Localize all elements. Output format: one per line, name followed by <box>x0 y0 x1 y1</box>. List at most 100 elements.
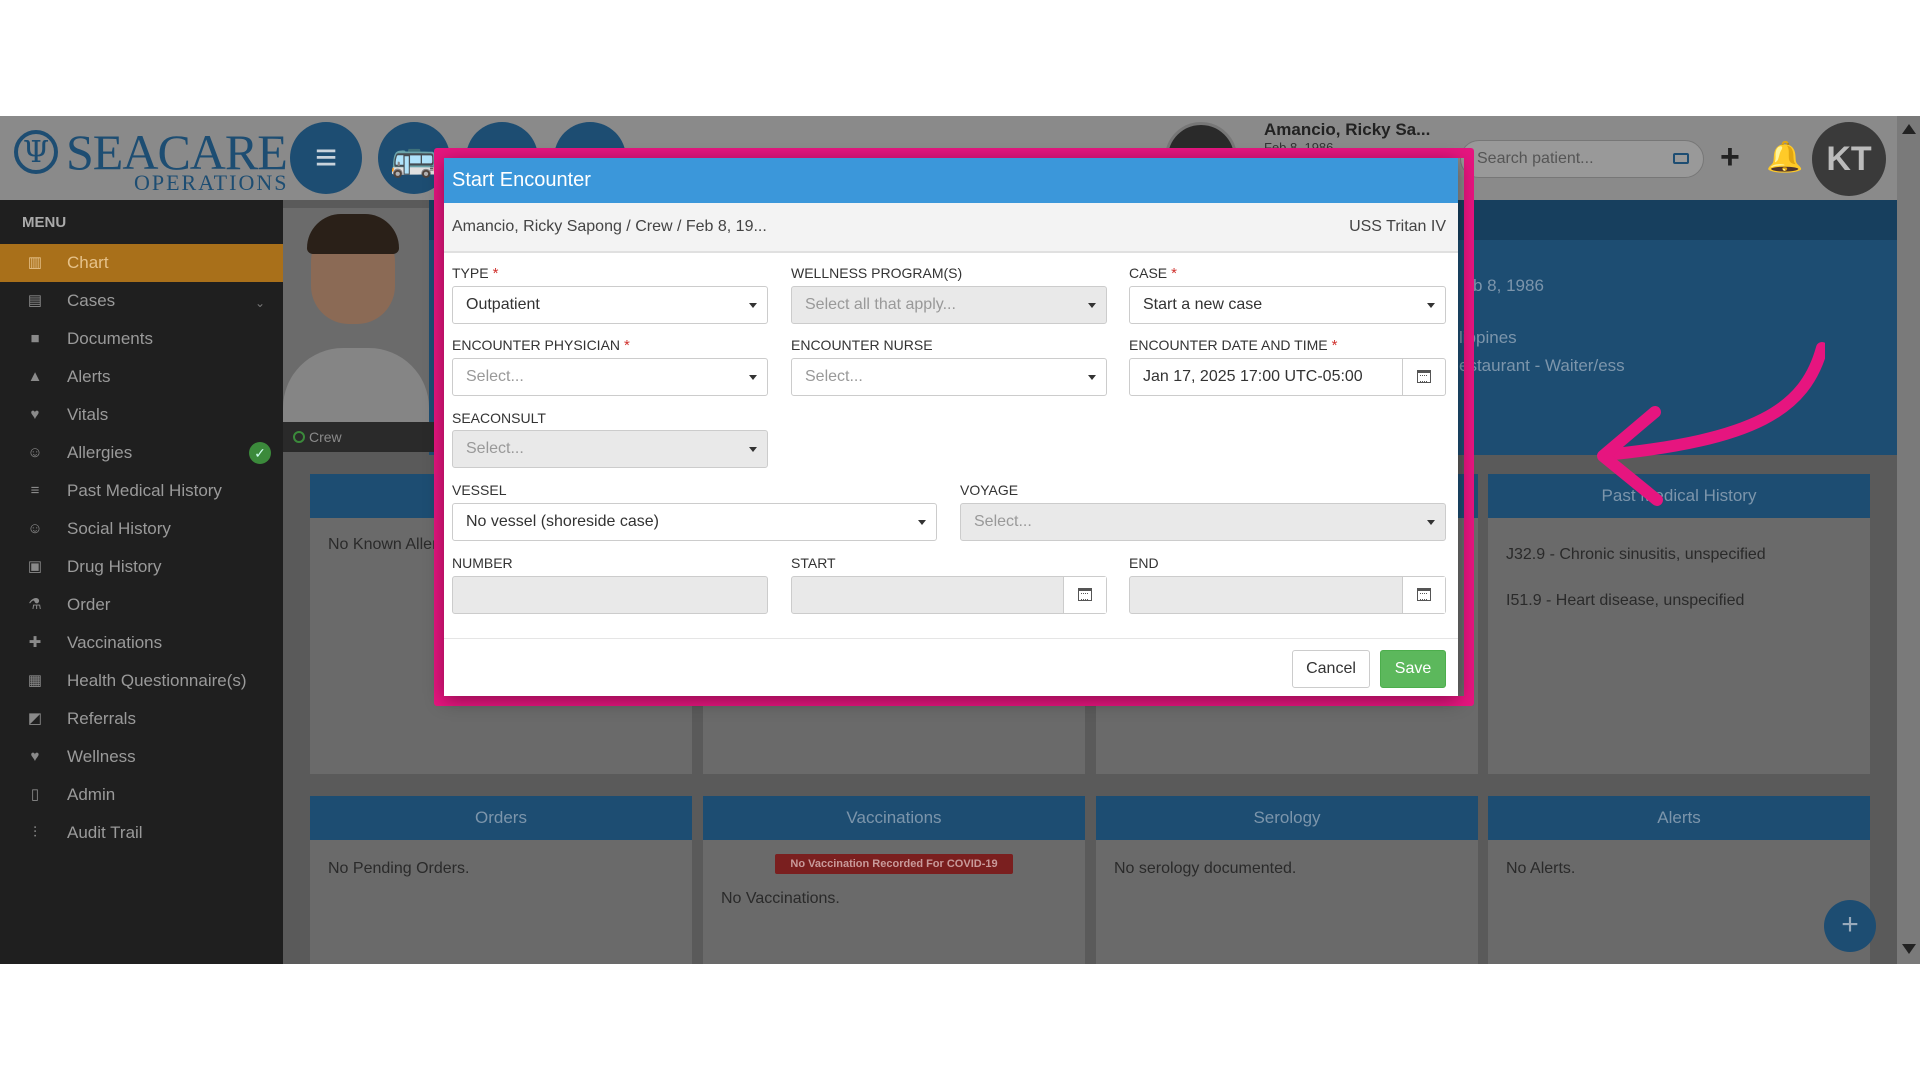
card-icon[interactable] <box>1673 153 1689 164</box>
wellness-program-select[interactable]: Select all that apply... <box>791 286 1107 324</box>
pmh-item: J32.9 - Chronic sinusitis, unspecified <box>1506 546 1766 563</box>
status-dot-icon <box>293 431 305 443</box>
hamburger-menu-button[interactable]: ≡ <box>290 122 362 194</box>
calendar-icon <box>1078 588 1092 601</box>
anchor-icon: Ψ <box>14 130 58 174</box>
photo-hair <box>307 214 399 254</box>
modal-title: Start Encounter <box>452 169 591 191</box>
warning-icon: ▲ <box>27 368 43 385</box>
sidebar-item-admin[interactable]: ▯ Admin <box>0 776 283 814</box>
nurse-select[interactable]: Select... <box>791 358 1107 396</box>
menu-title: MENU <box>22 214 67 231</box>
end-date-input[interactable] <box>1129 576 1446 614</box>
cancel-button[interactable]: Cancel <box>1292 650 1370 688</box>
patient-search-input[interactable]: Search patient... <box>1460 140 1704 178</box>
sidebar-item-health-questionnaire[interactable]: ▦ Health Questionnaire(s) <box>0 662 283 700</box>
heart-icon: ♥ <box>30 406 40 423</box>
sidebar-item-social-history[interactable]: ☺ Social History <box>0 510 283 548</box>
calendar-icon <box>1417 370 1431 383</box>
start-calendar-button[interactable] <box>1063 577 1106 613</box>
datetime-label: ENCOUNTER DATE AND TIME * <box>1129 337 1338 354</box>
required-marker: * <box>1171 265 1177 282</box>
case-select[interactable]: Start a new case <box>1129 286 1446 324</box>
seaconsult-select[interactable]: Select... <box>452 430 768 468</box>
orders-text: No Pending Orders. <box>328 860 470 877</box>
sidebar-item-cases[interactable]: ▤ Cases ⌄ <box>0 282 283 320</box>
sidebar-item-past-medical-history[interactable]: ≡ Past Medical History <box>0 472 283 510</box>
folder-icon: ■ <box>30 330 40 347</box>
pill-icon: ▣ <box>27 558 43 575</box>
alerts-panel-title: Alerts <box>1488 796 1870 840</box>
start-encounter-modal: Start Encounter Amancio, Ricky Sapong / … <box>444 158 1458 696</box>
number-input[interactable] <box>452 576 768 614</box>
caret-down-icon <box>749 375 757 380</box>
start-date-input[interactable] <box>791 576 1107 614</box>
caret-down-icon <box>749 447 757 452</box>
seaconsult-label: SEACONSULT <box>452 410 546 426</box>
sidebar-item-referrals[interactable]: ◩ Referrals <box>0 700 283 738</box>
seacare-logo[interactable]: Ψ SEACARE OPERATIONS <box>14 126 288 195</box>
chevron-down-icon[interactable]: ⌄ <box>255 284 265 322</box>
social-icon: ☺ <box>27 520 43 537</box>
vessel-value: No vessel (shoreside case) <box>466 513 659 530</box>
user-avatar[interactable]: KT <box>1812 122 1886 196</box>
physician-select[interactable]: Select... <box>452 358 768 396</box>
calendar-button[interactable] <box>1402 359 1445 395</box>
physician-label: ENCOUNTER PHYSICIAN * <box>452 337 630 354</box>
required-marker: * <box>624 337 630 354</box>
sidebar-item-vaccinations[interactable]: ✚ Vaccinations <box>0 624 283 662</box>
sidebar-item-label: Referrals <box>67 709 136 728</box>
modal-patient-info: Amancio, Ricky Sapong / Crew / Feb 8, 19… <box>444 203 1458 253</box>
encounter-datetime-input[interactable]: Jan 17, 2025 17:00 UTC-05:00 <box>1129 358 1446 396</box>
sidebar-item-audit-trail[interactable]: ⫶ Audit Trail <box>0 814 283 852</box>
wellness-placeholder: Select all that apply... <box>805 296 956 313</box>
vaccinations-panel-title: Vaccinations <box>703 796 1085 840</box>
photo-shirt <box>283 348 429 422</box>
sidebar-item-chart[interactable]: ▥ Chart <box>0 244 283 282</box>
orders-panel-title: Orders <box>310 796 692 840</box>
vessel-select[interactable]: No vessel (shoreside case) <box>452 503 937 541</box>
flask-icon: ⚗ <box>28 596 42 613</box>
modal-patient-line: Amancio, Ricky Sapong / Crew / Feb 8, 19… <box>452 218 767 235</box>
sidebar-item-label: Audit Trail <box>67 823 143 842</box>
type-label: TYPE * <box>452 265 499 282</box>
modal-vessel-name: USS Tritan IV <box>1349 218 1446 235</box>
sidebar-item-alerts[interactable]: ▲ Alerts <box>0 358 283 396</box>
end-calendar-button[interactable] <box>1402 577 1445 613</box>
voyage-placeholder: Select... <box>974 513 1032 530</box>
number-label: NUMBER <box>452 555 513 571</box>
page-scrollbar[interactable] <box>1897 116 1920 964</box>
sidebar-item-wellness[interactable]: ♥ Wellness <box>0 738 283 776</box>
voyage-select[interactable]: Select... <box>960 503 1446 541</box>
nurse-placeholder: Select... <box>805 368 863 385</box>
header-patient-name[interactable]: Amancio, Ricky Sa... <box>1264 120 1430 140</box>
modal-footer-divider <box>444 638 1458 639</box>
sidebar-item-documents[interactable]: ■ Documents <box>0 320 283 358</box>
sidebar-item-order[interactable]: ⚗ Order <box>0 586 283 624</box>
scroll-up-icon[interactable] <box>1902 124 1916 134</box>
sidebar-item-label: Alerts <box>67 367 111 386</box>
bell-icon[interactable]: 🔔 <box>1766 140 1803 175</box>
caret-down-icon <box>1427 303 1435 308</box>
caret-down-icon <box>1088 375 1096 380</box>
sidebar-item-label: Admin <box>67 785 116 804</box>
profile-dob: b 8, 1986 <box>1473 276 1544 295</box>
voyage-label: VOYAGE <box>960 482 1019 498</box>
crew-status: Crew <box>283 422 435 452</box>
add-icon[interactable]: + <box>1720 138 1740 177</box>
add-floating-button[interactable]: + <box>1824 900 1876 952</box>
scroll-down-icon[interactable] <box>1902 944 1916 954</box>
search-placeholder: Search patient... <box>1477 150 1594 167</box>
sidebar-item-drug-history[interactable]: ▣ Drug History <box>0 548 283 586</box>
sidebar-item-label: Wellness <box>67 747 136 766</box>
sidebar-item-label: Drug History <box>67 557 162 576</box>
cases-icon: ▤ <box>27 292 43 309</box>
sidebar: MENU ▥ Chart ▤ Cases ⌄ ■ Documents ▲ Alerts ♥… <box>0 200 283 964</box>
save-button[interactable]: Save <box>1380 650 1446 688</box>
sidebar-item-allergies[interactable]: ☺ Allergies ✓ <box>0 434 283 472</box>
caret-down-icon <box>749 303 757 308</box>
type-select[interactable]: Outpatient <box>452 286 768 324</box>
sidebar-item-vitals[interactable]: ♥ Vitals <box>0 396 283 434</box>
case-value: Start a new case <box>1143 296 1263 313</box>
start-label: START <box>791 555 836 571</box>
